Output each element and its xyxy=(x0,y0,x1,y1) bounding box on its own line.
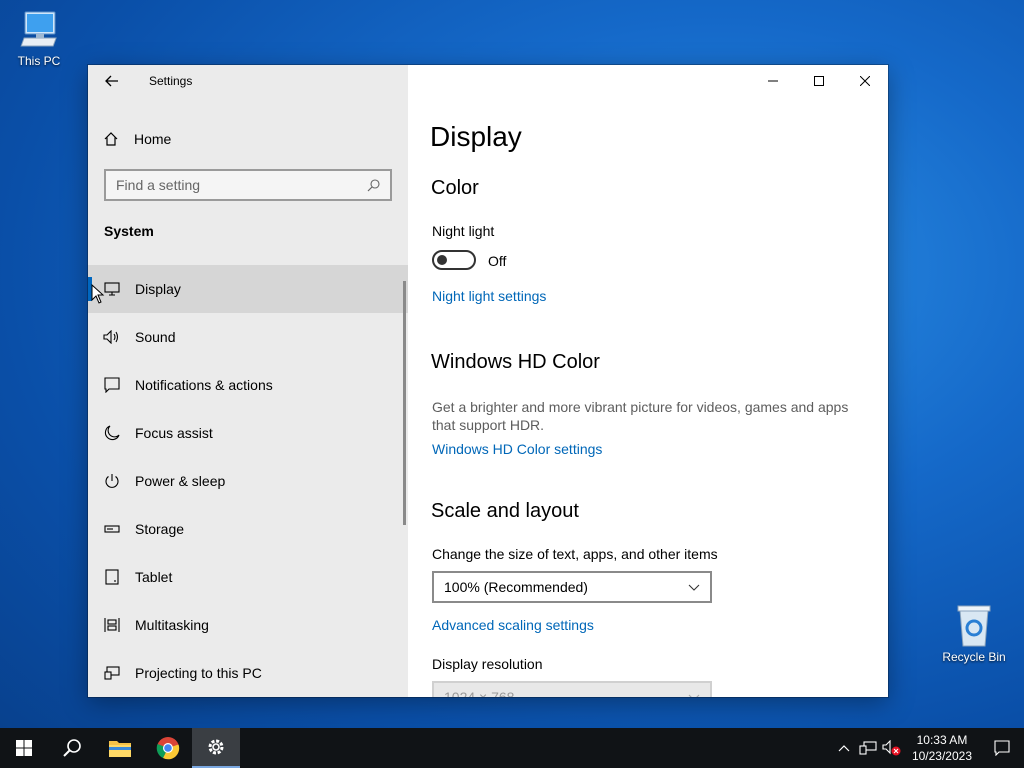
chevron-down-icon xyxy=(688,584,700,591)
resolution-label: Display resolution xyxy=(432,656,543,672)
sidebar-item-projecting[interactable]: Projecting to this PC xyxy=(88,649,408,697)
back-button[interactable] xyxy=(88,65,136,97)
night-light-toggle[interactable] xyxy=(432,250,476,270)
chevron-up-icon xyxy=(838,744,850,751)
sidebar-item-label: Multitasking xyxy=(135,617,209,633)
search-input[interactable] xyxy=(116,177,367,193)
home-label: Home xyxy=(134,131,172,147)
projecting-icon xyxy=(88,666,136,680)
windows-start-icon xyxy=(16,740,32,756)
desktop-icon-label: Recycle Bin xyxy=(942,650,1006,664)
sidebar-item-notifications[interactable]: Notifications & actions xyxy=(88,361,408,409)
window-controls xyxy=(750,65,888,97)
recycle-bin-icon xyxy=(957,605,991,647)
scale-dropdown[interactable]: 100% (Recommended) xyxy=(432,571,712,603)
sidebar-item-label: Focus assist xyxy=(135,425,213,441)
hd-color-settings-link[interactable]: Windows HD Color settings xyxy=(432,441,602,457)
chrome-icon xyxy=(156,737,180,760)
desktop-icon-label: This PC xyxy=(17,54,61,68)
desktop-icon-recycle-bin[interactable]: Recycle Bin xyxy=(938,602,1010,664)
maximize-button[interactable] xyxy=(796,65,842,97)
moon-icon xyxy=(88,425,136,441)
window-title: Settings xyxy=(149,74,193,88)
taskbar-settings[interactable] xyxy=(192,728,240,768)
sidebar-item-power-sleep[interactable]: Power & sleep xyxy=(88,457,408,505)
night-light-state: Off xyxy=(488,253,507,269)
close-icon xyxy=(860,76,870,86)
night-light-label: Night light xyxy=(432,223,495,239)
file-explorer-icon xyxy=(109,741,131,757)
night-light-settings-link[interactable]: Night light settings xyxy=(432,288,546,304)
home-nav-item[interactable]: Home xyxy=(88,121,408,157)
sidebar-item-tablet[interactable]: Tablet xyxy=(88,553,408,601)
advanced-scaling-link[interactable]: Advanced scaling settings xyxy=(432,617,594,633)
taskbar-file-explorer[interactable] xyxy=(96,728,144,768)
sidebar-scrollbar[interactable] xyxy=(403,281,406,525)
scale-size-label: Change the size of text, apps, and other… xyxy=(432,546,718,562)
title-bar[interactable]: Settings xyxy=(88,65,408,97)
minimize-icon xyxy=(768,80,778,82)
maximize-icon xyxy=(814,76,824,86)
sidebar: Settings Home System Display xyxy=(88,65,408,697)
network-tray-button[interactable] xyxy=(856,728,880,768)
settings-window: Settings Home System Display xyxy=(88,65,888,697)
taskbar-chrome[interactable] xyxy=(144,728,192,768)
multitasking-icon xyxy=(88,617,136,633)
scale-dropdown-value: 100% (Recommended) xyxy=(444,579,588,595)
search-icon xyxy=(367,178,380,191)
sidebar-item-sound[interactable]: Sound xyxy=(88,313,408,361)
storage-icon xyxy=(88,524,136,534)
close-button[interactable] xyxy=(842,65,888,97)
resolution-dropdown[interactable]: 1024 × 768 xyxy=(432,681,712,697)
home-icon xyxy=(88,131,135,147)
system-tray: 10:33 AM 10/23/2023 xyxy=(832,728,1024,768)
tablet-icon xyxy=(88,569,136,585)
system-nav-list: Display Sound Notifications & actions Fo… xyxy=(88,265,408,697)
toggle-knob xyxy=(437,255,447,265)
volume-tray-button[interactable] xyxy=(880,728,904,768)
volume-muted-icon xyxy=(882,740,901,756)
main-content: Display Color Night light Off Night ligh… xyxy=(408,65,888,697)
page-title: Display xyxy=(430,121,522,152)
section-heading-scale: Scale and layout xyxy=(431,500,579,522)
sidebar-item-label: Projecting to this PC xyxy=(135,665,262,681)
notification-icon xyxy=(994,740,1010,756)
sidebar-item-focus-assist[interactable]: Focus assist xyxy=(88,409,408,457)
action-center-button[interactable] xyxy=(980,728,1024,768)
sidebar-item-label: Notifications & actions xyxy=(135,377,273,393)
clock-time: 10:33 AM xyxy=(916,733,968,747)
sidebar-item-storage[interactable]: Storage xyxy=(88,505,408,553)
show-hidden-icons-button[interactable] xyxy=(832,728,856,768)
minimize-button[interactable] xyxy=(750,65,796,97)
clock[interactable]: 10:33 AM 10/23/2023 xyxy=(904,732,980,764)
start-button[interactable] xyxy=(0,728,48,768)
desktop-icon-this-pc[interactable]: This PC xyxy=(3,8,75,68)
section-heading-color: Color xyxy=(431,177,479,199)
taskbar-search-button[interactable] xyxy=(48,728,96,768)
sidebar-item-display[interactable]: Display xyxy=(88,265,408,313)
search-icon xyxy=(63,739,81,757)
mouse-cursor-icon xyxy=(91,284,105,304)
back-arrow-icon xyxy=(105,75,118,87)
computer-icon xyxy=(20,11,57,47)
sidebar-item-multitasking[interactable]: Multitasking xyxy=(88,601,408,649)
hd-color-description: Get a brighter and more vibrant picture … xyxy=(432,399,849,433)
settings-gear-icon xyxy=(208,739,224,755)
search-box[interactable] xyxy=(104,169,392,201)
sidebar-item-label: Tablet xyxy=(135,569,173,585)
sidebar-item-label: Sound xyxy=(135,329,176,345)
speaker-icon xyxy=(88,330,136,344)
clock-date: 10/23/2023 xyxy=(911,749,972,763)
sidebar-item-label: Storage xyxy=(135,521,185,537)
resolution-dropdown-value: 1024 × 768 xyxy=(444,689,515,697)
power-icon xyxy=(88,473,136,489)
notification-icon xyxy=(88,377,136,393)
network-icon xyxy=(859,741,877,755)
taskbar: 10:33 AM 10/23/2023 xyxy=(0,728,1024,768)
section-label-system: System xyxy=(104,223,154,239)
section-heading-hd-color: Windows HD Color xyxy=(431,351,600,373)
chevron-down-icon xyxy=(688,694,700,697)
sidebar-item-label: Power & sleep xyxy=(135,473,226,489)
sidebar-item-label: Display xyxy=(135,281,181,297)
